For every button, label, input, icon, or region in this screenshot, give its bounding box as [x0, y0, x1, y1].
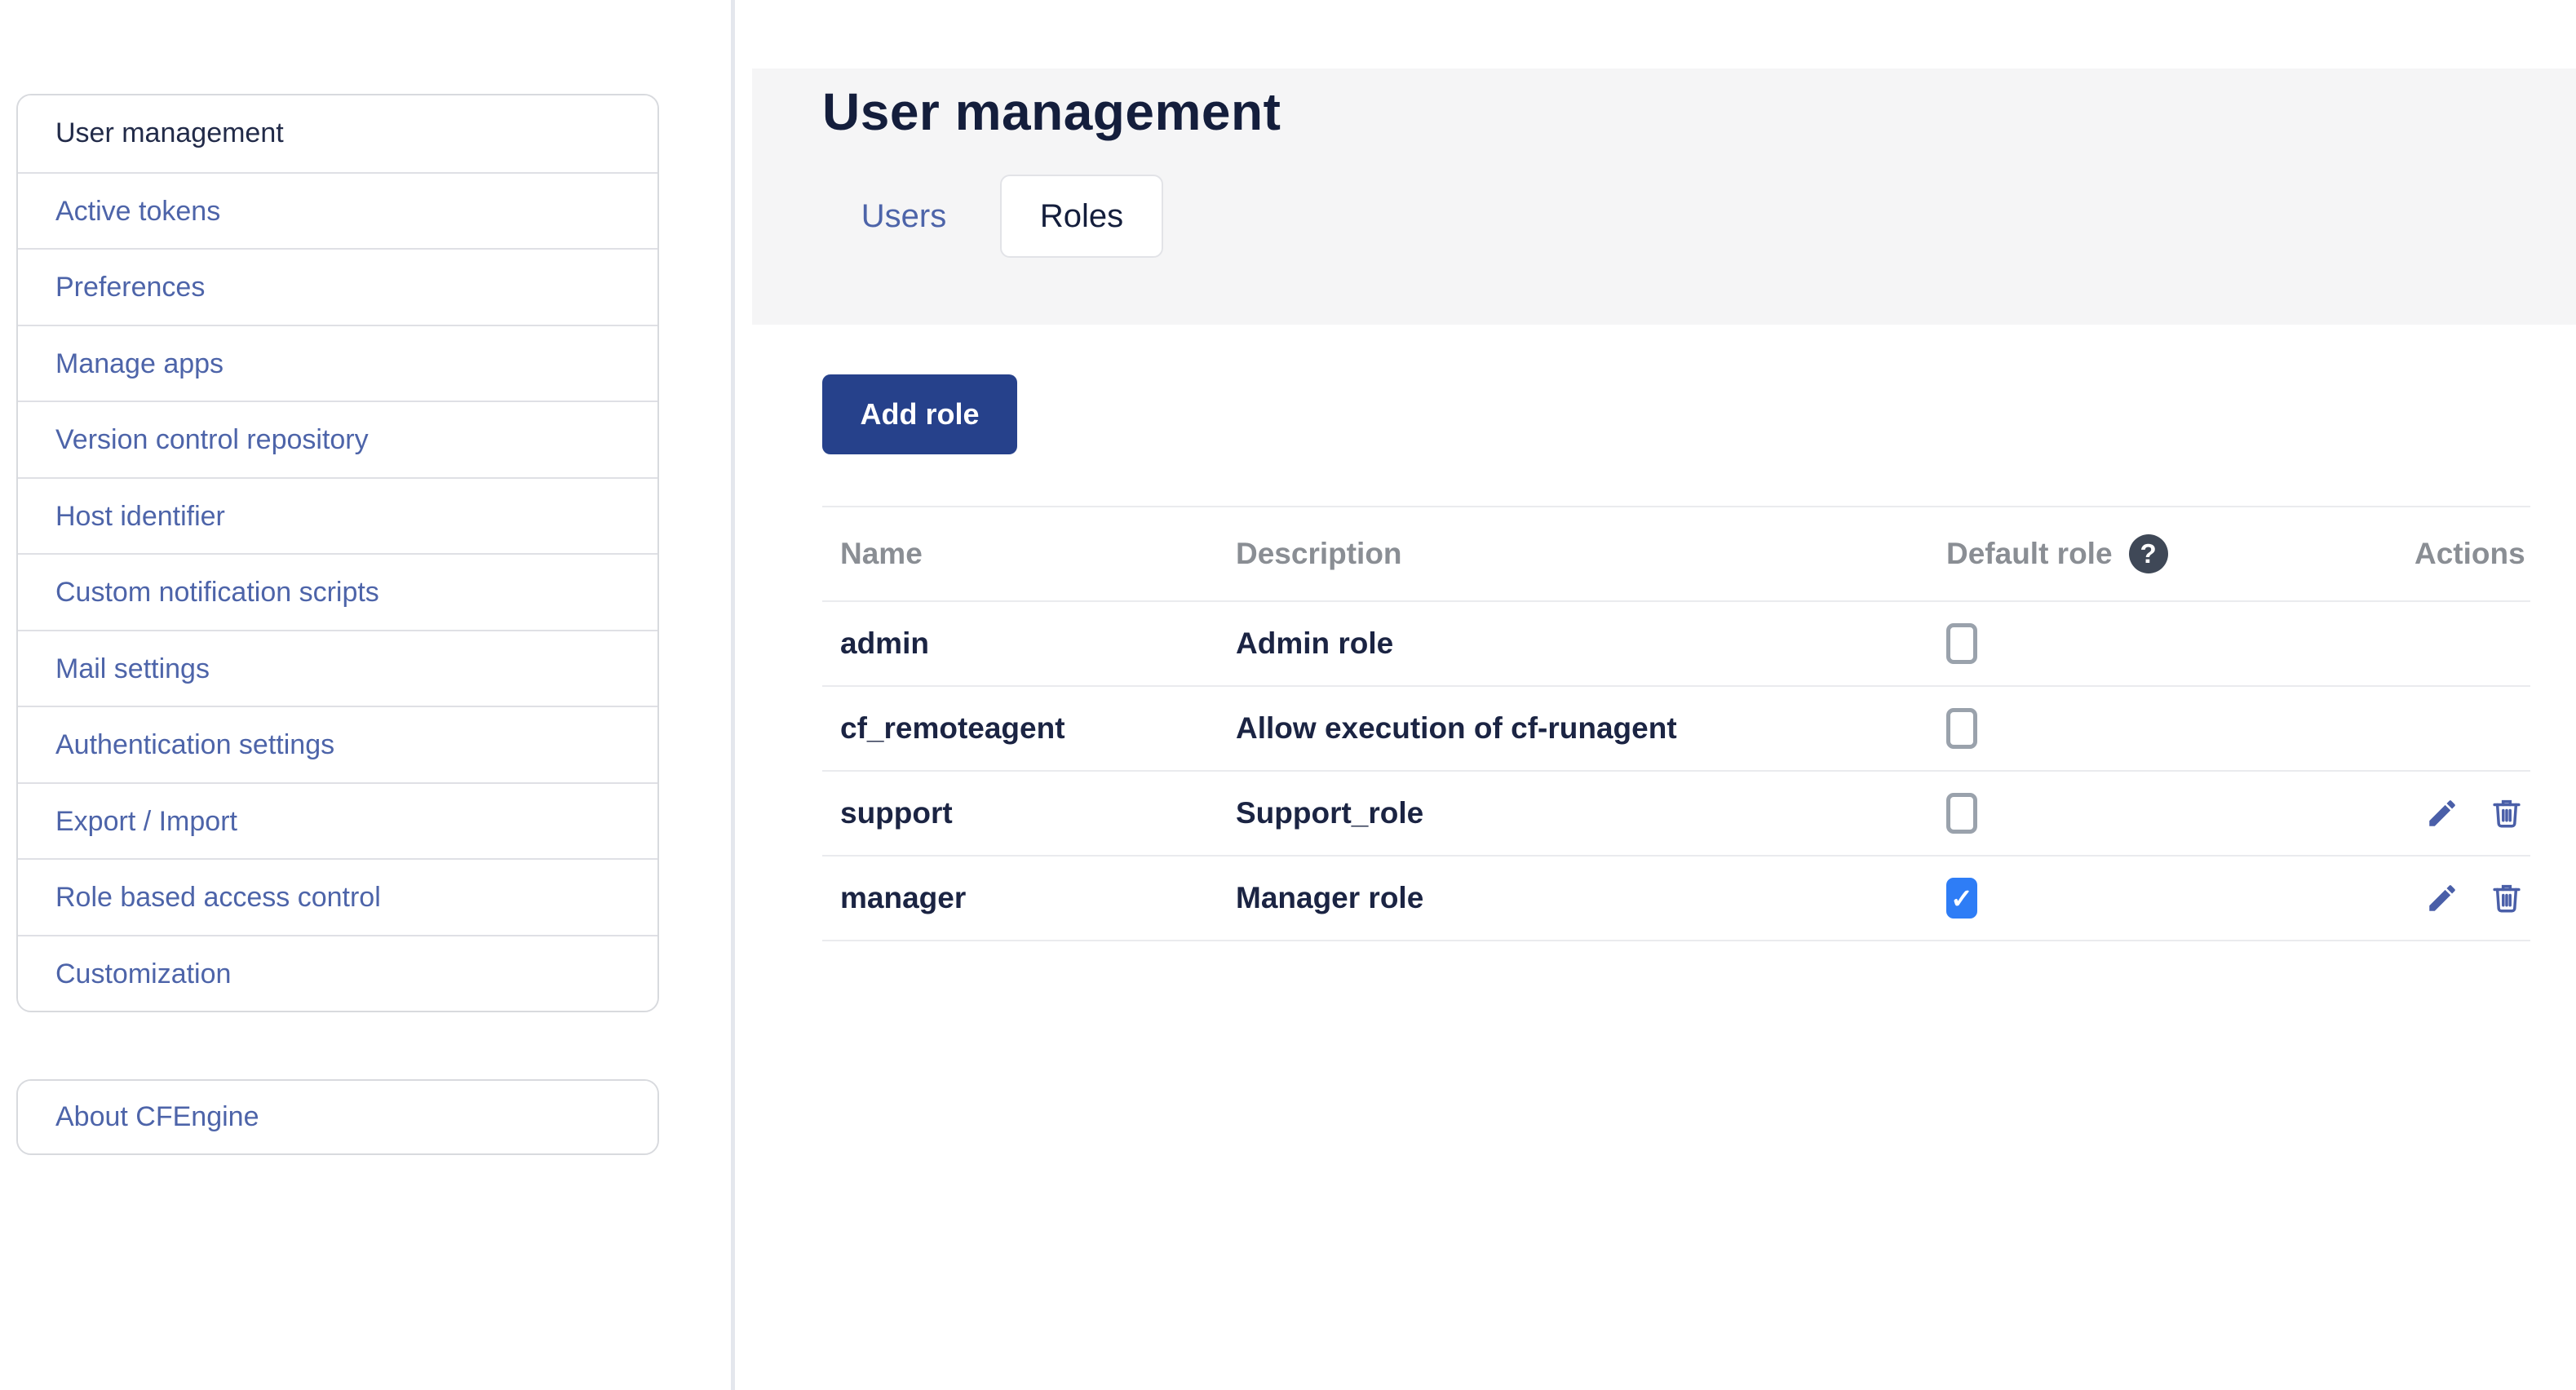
settings-sidebar: User management Active tokens Preference… — [16, 94, 659, 1012]
role-description: Manager role — [1236, 881, 1941, 915]
sidebar-item-authentication-settings[interactable]: Authentication settings — [18, 706, 657, 782]
sidebar-item-manage-apps[interactable]: Manage apps — [18, 325, 657, 401]
table-row: admin Admin role — [822, 602, 2530, 687]
sidebar-item-mail-settings[interactable]: Mail settings — [18, 630, 657, 706]
tab-users[interactable]: Users — [822, 175, 985, 258]
trash-icon — [2490, 905, 2524, 918]
pencil-icon — [2425, 905, 2459, 918]
role-name: support — [822, 796, 1236, 830]
role-name: admin — [822, 626, 1236, 661]
question-circle-icon[interactable]: ? — [2129, 534, 2168, 573]
role-description: Allow execution of cf-runagent — [1236, 711, 1941, 746]
column-header-description: Description — [1236, 537, 1941, 571]
sidebar-item-version-control-repository[interactable]: Version control repository — [18, 401, 657, 477]
delete-role-button[interactable] — [2490, 796, 2524, 830]
default-role-checkbox[interactable] — [1946, 793, 1977, 834]
sidebar-item-active-tokens[interactable]: Active tokens — [18, 172, 657, 249]
sidebar-item-user-management[interactable]: User management — [18, 95, 657, 172]
column-header-actions: Actions — [2414, 537, 2532, 571]
pencil-icon — [2425, 821, 2459, 833]
default-role-checkbox[interactable] — [1946, 623, 1977, 664]
column-header-default-role-label: Default role — [1946, 537, 2113, 571]
column-header-name: Name — [822, 537, 1236, 571]
role-name: cf_remoteagent — [822, 711, 1236, 746]
edit-role-button[interactable] — [2425, 796, 2459, 830]
sidebar-item-about-cfengine[interactable]: About CFEngine — [18, 1081, 657, 1153]
role-name: manager — [822, 881, 1236, 915]
role-description: Support_role — [1236, 796, 1941, 830]
table-row: cf_remoteagent Allow execution of cf-run… — [822, 687, 2530, 772]
edit-role-button[interactable] — [2425, 881, 2459, 915]
sidebar-item-preferences[interactable]: Preferences — [18, 248, 657, 325]
sidebar-item-custom-notification-scripts[interactable]: Custom notification scripts — [18, 553, 657, 630]
table-row: support Support_role — [822, 772, 2530, 857]
trash-icon — [2490, 821, 2524, 833]
role-description: Admin role — [1236, 626, 1941, 661]
sidebar-item-host-identifier[interactable]: Host identifier — [18, 477, 657, 554]
add-role-button[interactable]: Add role — [822, 374, 1017, 454]
roles-table: Name Description Default role ? Actions … — [822, 506, 2530, 941]
page-header: User management Users Roles — [752, 69, 2576, 325]
sidebar-item-role-based-access-control[interactable]: Role based access control — [18, 858, 657, 935]
delete-role-button[interactable] — [2490, 881, 2524, 915]
default-role-checkbox[interactable] — [1946, 708, 1977, 749]
column-header-default-role: Default role ? — [1941, 534, 2414, 573]
tab-bar: Users Roles — [822, 175, 1163, 258]
page-title: User management — [822, 82, 1281, 142]
table-header-row: Name Description Default role ? Actions — [822, 506, 2530, 602]
default-role-checkbox[interactable] — [1946, 878, 1977, 919]
about-card: About CFEngine — [16, 1079, 659, 1155]
sidebar-item-customization[interactable]: Customization — [18, 935, 657, 1012]
sidebar-item-export-import[interactable]: Export / Import — [18, 782, 657, 859]
table-row: manager Manager role — [822, 857, 2530, 941]
sidebar-divider — [731, 0, 735, 1390]
tab-roles[interactable]: Roles — [1000, 175, 1163, 258]
